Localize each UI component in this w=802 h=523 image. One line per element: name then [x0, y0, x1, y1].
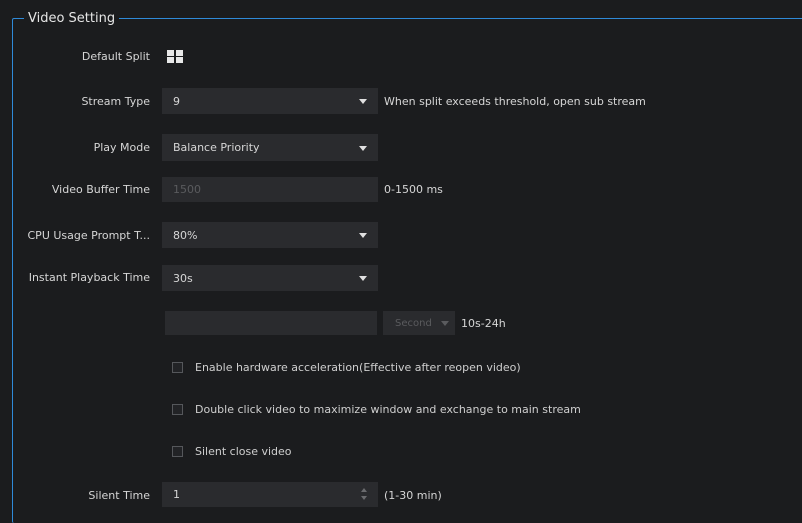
- instant-playback-label: Instant Playback Time: [28, 271, 150, 284]
- stream-type-label: Stream Type: [81, 95, 150, 108]
- instant-playback-select[interactable]: 30s: [162, 265, 378, 291]
- silent-time-value: 1: [173, 488, 180, 501]
- video-buffer-label: Video Buffer Time: [51, 183, 150, 196]
- play-mode-value: Balance Priority: [173, 141, 260, 154]
- option-label: Double click video to maximize window an…: [195, 403, 581, 416]
- default-split-label: Default Split: [81, 50, 150, 63]
- silent-time-hint: (1-30 min): [384, 489, 442, 502]
- group-title: Video Setting: [24, 10, 120, 27]
- spinner-arrows-icon[interactable]: [361, 488, 369, 502]
- cpu-usage-value: 80%: [173, 228, 198, 242]
- custom-time-input[interactable]: [165, 311, 377, 335]
- video-buffer-hint: 0-1500 ms: [384, 183, 443, 196]
- time-unit-select[interactable]: Second: [383, 311, 455, 335]
- cpu-usage-select[interactable]: 80%: [162, 222, 378, 248]
- grid-2x2-icon[interactable]: [167, 50, 183, 63]
- stream-type-value: 9: [173, 94, 180, 108]
- stream-type-hint: When split exceeds threshold, open sub s…: [384, 95, 646, 108]
- custom-time-hint: 10s-24h: [461, 317, 506, 330]
- cpu-usage-label: CPU Usage Prompt T...: [27, 229, 151, 242]
- option-label: Enable hardware acceleration(Effective a…: [195, 361, 521, 374]
- silent-time-label: Silent Time: [88, 489, 150, 502]
- chevron-down-icon: [359, 145, 367, 151]
- video-buffer-placeholder: 1500: [173, 183, 201, 196]
- video-buffer-input[interactable]: 1500: [162, 177, 378, 202]
- chevron-down-icon: [441, 321, 449, 326]
- instant-playback-value: 30s: [173, 271, 193, 285]
- play-mode-label: Play Mode: [93, 141, 150, 154]
- stream-type-select[interactable]: 9: [162, 88, 378, 114]
- option-label: Silent close video: [195, 445, 292, 458]
- chevron-down-icon: [359, 99, 367, 104]
- chevron-down-icon: [359, 276, 367, 281]
- checkbox[interactable]: [172, 404, 183, 415]
- silent-close-option[interactable]: Silent close video: [172, 445, 292, 458]
- checkbox[interactable]: [172, 362, 183, 373]
- time-unit-value: Second: [395, 317, 432, 329]
- double-click-maximize-option[interactable]: Double click video to maximize window an…: [172, 403, 581, 416]
- silent-time-spinbox[interactable]: 1: [162, 482, 378, 507]
- checkbox[interactable]: [172, 446, 183, 457]
- play-mode-select[interactable]: Balance Priority: [162, 134, 378, 161]
- hardware-acceleration-option[interactable]: Enable hardware acceleration(Effective a…: [172, 361, 521, 374]
- chevron-down-icon: [359, 233, 367, 238]
